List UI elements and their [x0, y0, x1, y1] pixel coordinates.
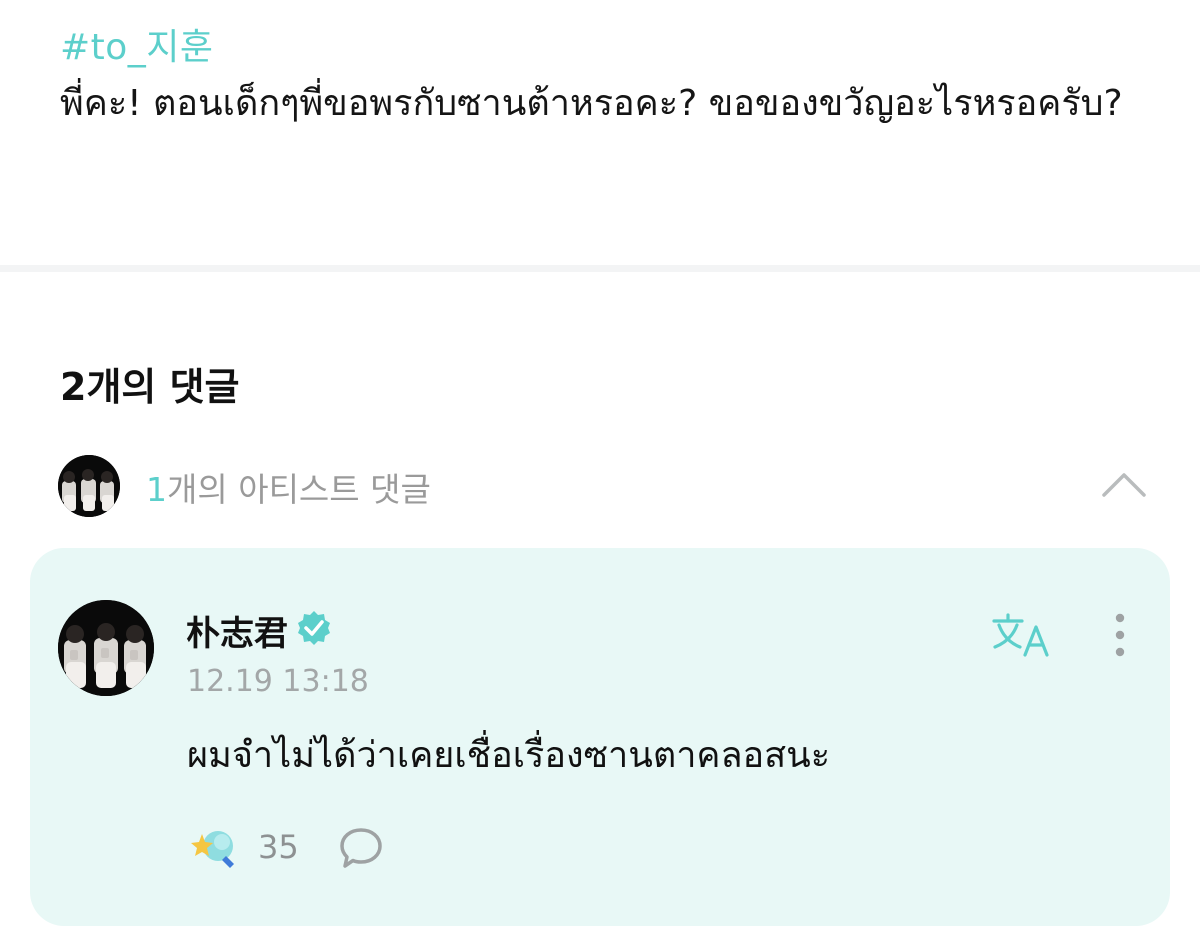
author-avatar[interactable] — [58, 600, 154, 696]
avatar-photo — [58, 455, 120, 517]
section-divider — [0, 265, 1200, 272]
verified-badge-icon — [294, 608, 334, 648]
artist-comments-count: 1 — [146, 470, 167, 509]
comment-timestamp: 12.19 13:18 — [187, 664, 369, 699]
comment-count-heading: 2개의 댓글 — [60, 365, 240, 409]
translate-icon[interactable] — [992, 612, 1054, 658]
more-vertical-icon[interactable] — [1106, 610, 1134, 660]
reaction-count: 35 — [258, 828, 299, 866]
avatar-photo — [58, 600, 154, 696]
post-tag[interactable]: #to_지훈 — [60, 18, 214, 70]
artist-avatar — [58, 455, 120, 517]
post-body: พี่คะ! ตอนเด็กๆพี่ขอพรกับซานต้าหรอคะ? ขอ… — [60, 83, 1123, 124]
comment-page: #to_지훈 พี่คะ! ตอนเด็กๆพี่ขอพรกับซานต้าหร… — [0, 0, 1200, 931]
artist-comments-toggle[interactable]: 1개의 아티스트 댓글 — [58, 455, 1148, 517]
artist-comments-label: 1개의 아티스트 댓글 — [146, 463, 431, 511]
star-reaction-icon[interactable] — [188, 826, 238, 870]
author-name[interactable]: 朴志君 — [186, 606, 288, 655]
chevron-up-icon[interactable] — [1100, 465, 1148, 501]
artist-comment-card: 朴志君 12.19 13:18 ผมจำไม่ได้ว่าเคยเชื่อเรื… — [30, 548, 1170, 926]
reply-bubble-icon[interactable] — [338, 826, 384, 870]
artist-comments-text: 개의 아티스트 댓글 — [167, 470, 431, 509]
comment-text: ผมจำไม่ได้ว่าเคยเชื่อเรื่องซานตาคลอสนะ — [187, 735, 831, 776]
